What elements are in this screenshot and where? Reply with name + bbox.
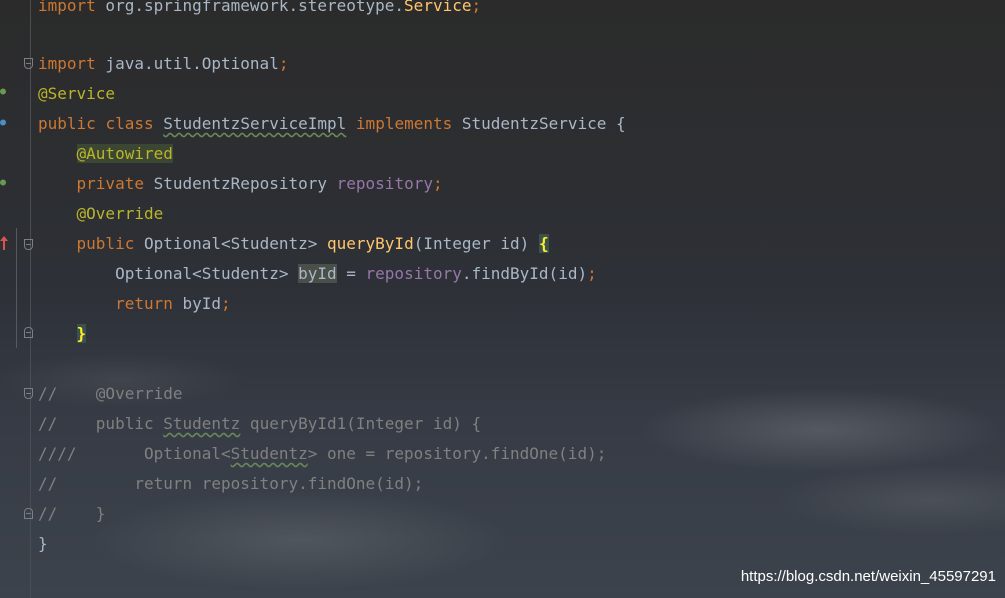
keyword: public (76, 234, 135, 253)
class-name: StudentzServiceImpl (163, 114, 347, 133)
code-line-9: public Optional<Studentz> queryById(Inte… (38, 232, 549, 256)
comment: // return repository.findOne(id); (38, 474, 424, 493)
interface-name: StudentzService (461, 114, 607, 133)
keyword: import (38, 54, 96, 73)
semicolon: ; (432, 174, 443, 193)
code-editor[interactable]: import org.springframework.stereotype.Se… (0, 0, 1005, 598)
keyword: private (76, 174, 144, 193)
code-line-15: // public Studentz queryById1(Integer id… (38, 412, 481, 436)
code-line-19: } (38, 532, 48, 556)
comment: // } (38, 504, 106, 523)
method-name: queryById (327, 234, 414, 253)
annotation: @Autowired (76, 144, 173, 163)
type-name: Optional<Studentz> (115, 264, 289, 283)
method-call: .findById(id) (461, 264, 588, 283)
code-line-8: @Override (38, 202, 164, 226)
comment: // @Override (38, 384, 183, 403)
brace: { (616, 114, 626, 133)
code-line-16: //// Optional<Studentz> one = repository… (38, 442, 606, 466)
code-line-11: return byId; (38, 292, 231, 316)
variable-name: byId (172, 294, 222, 313)
code-line-18: // } (38, 502, 105, 526)
field-name: repository (365, 264, 462, 283)
code-line-6: @Autowired (38, 142, 173, 166)
semicolon: ; (221, 294, 231, 313)
semicolon: ; (587, 264, 597, 283)
brace: } (76, 324, 87, 343)
brace: } (38, 534, 48, 553)
type-name: Optional<Studentz> (143, 234, 318, 253)
comment-class-name: Studentz (163, 414, 241, 433)
comment: queryById1(Integer id) { (240, 414, 482, 433)
watermark: https://blog.csdn.net/weixin_45597291 (740, 568, 996, 585)
keyword: class (105, 114, 154, 133)
import-path: java.util.Optional (95, 54, 279, 73)
comment-class-name: Studentz (230, 444, 308, 463)
field-name: repository (336, 174, 433, 193)
code-line-3: import java.util.Optional; (38, 52, 288, 76)
type-name: StudentzRepository (153, 174, 327, 193)
keyword: return (115, 294, 173, 313)
code-line-7: private StudentzRepository repository; (38, 172, 443, 196)
brace: { (538, 234, 549, 253)
variable-name: byId (298, 264, 337, 283)
code-line-4: @Service (38, 82, 115, 106)
comment: //// Optional< (38, 444, 231, 463)
comment: > one = repository.findOne(id); (307, 444, 607, 463)
keyword: public (38, 114, 96, 133)
annotation: @Override (76, 204, 164, 223)
code-line-17: // return repository.findOne(id); (38, 472, 423, 496)
semicolon: ; (278, 54, 289, 73)
code-line-5: public class StudentzServiceImpl impleme… (38, 112, 626, 136)
code-line-12: } (38, 322, 87, 346)
semicolon: ; (471, 0, 482, 15)
operator: = (336, 264, 366, 283)
code-line-14: // @Override (38, 382, 183, 406)
import-class: Service (404, 0, 472, 15)
code-line-1: import org.springframework.stereotype.Se… (38, 0, 481, 18)
import-path: org.springframework.stereotype. (95, 0, 405, 15)
keyword: implements (355, 114, 453, 133)
params: (Integer id) (413, 234, 530, 253)
keyword: import (38, 0, 96, 15)
annotation: @Service (38, 84, 116, 103)
comment: // public (38, 414, 164, 433)
code-line-10: Optional<Studentz> byId = repository.fin… (38, 262, 597, 286)
